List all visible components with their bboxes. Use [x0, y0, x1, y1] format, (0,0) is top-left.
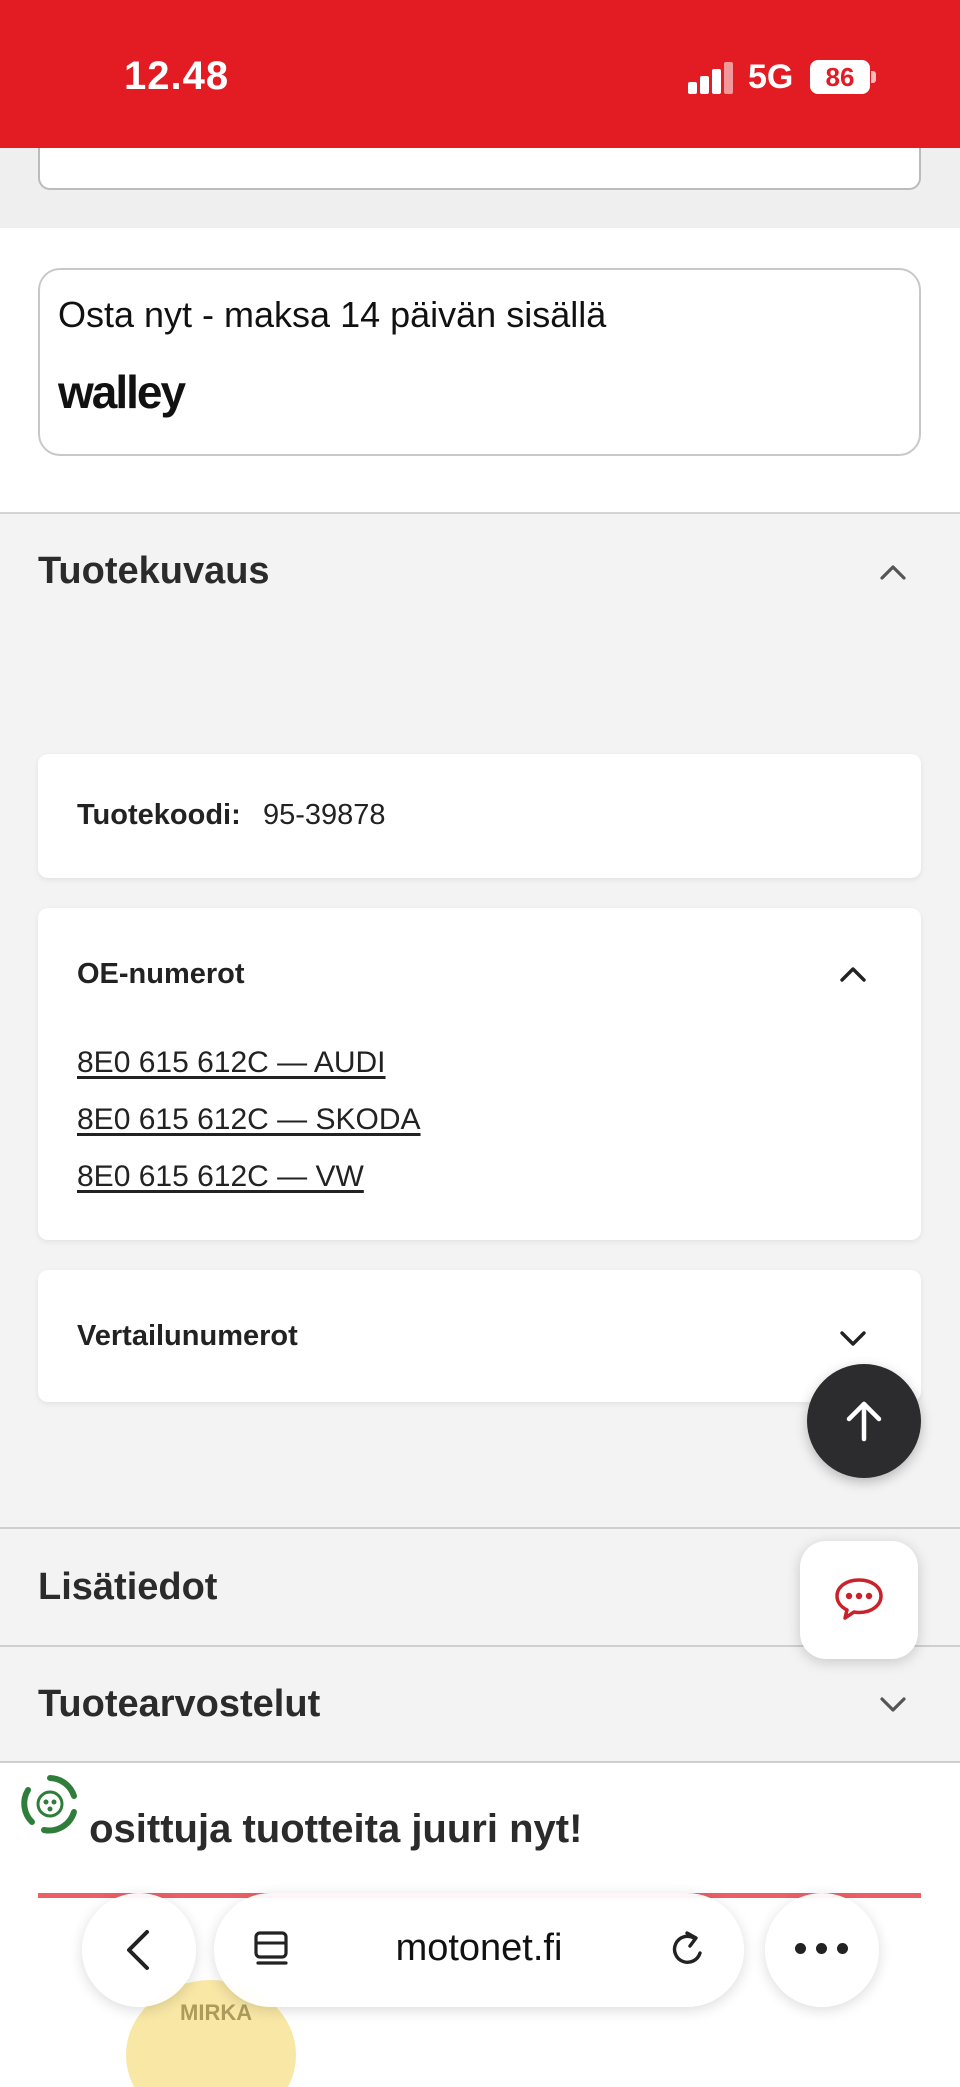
chat-button[interactable]	[800, 1541, 918, 1659]
chevron-down-icon[interactable]	[879, 1690, 907, 1718]
battery-icon: 86	[810, 60, 870, 94]
oe-number-link-vw[interactable]: 8E0 615 612C — VW	[77, 1160, 364, 1194]
walley-logo-text: walley	[58, 370, 187, 418]
comparison-numbers-card[interactable]: Vertailunumerot	[38, 1270, 921, 1402]
popular-products-title: Suosittuja tuotteita juuri nyt!	[38, 1807, 583, 1851]
scroll-to-top-button[interactable]	[807, 1364, 921, 1478]
arrow-up-icon	[846, 1401, 882, 1442]
walley-payment-card[interactable]: Osta nyt - maksa 14 päivän sisällä walle…	[38, 268, 921, 456]
additional-info-title[interactable]: Lisätiedot	[38, 1566, 217, 1609]
reload-icon[interactable]	[666, 1927, 710, 1971]
description-header[interactable]: Tuotekuvaus	[0, 514, 960, 634]
chevron-up-icon[interactable]	[839, 960, 867, 988]
status-bar: 12.48 5G 86	[0, 0, 960, 148]
product-brand-label: MIRKA	[180, 2000, 253, 2025]
reviews-title[interactable]: Tuotearvostelut	[38, 1683, 320, 1726]
battery-tip	[871, 71, 876, 83]
network-label: 5G	[748, 58, 794, 96]
walley-logo: walley	[58, 370, 189, 418]
payment-text: Osta nyt - maksa 14 päivän sisällä	[58, 294, 607, 335]
oe-numbers-title[interactable]: OE-numerot	[77, 958, 245, 991]
browser-back-button[interactable]	[82, 1893, 196, 2007]
chevron-up-icon	[879, 558, 907, 586]
chevron-left-icon	[127, 1930, 149, 1970]
description-title: Tuotekuvaus	[38, 550, 270, 592]
product-code-label: Tuotekoodi:	[77, 799, 241, 831]
previous-section-box	[38, 148, 921, 190]
more-dots-icon	[795, 1943, 849, 1955]
chevron-down-icon	[839, 1324, 867, 1352]
product-code-value: 95-39878	[263, 799, 386, 831]
oe-numbers-card: OE-numerot 8E0 615 612C — AUDI 8E0 615 6…	[38, 908, 921, 1240]
status-time: 12.48	[124, 54, 230, 98]
url-text[interactable]: motonet.fi	[214, 1927, 744, 1970]
oe-number-link-skoda[interactable]: 8E0 615 612C — SKODA	[77, 1103, 421, 1137]
signal-icon	[688, 62, 734, 94]
address-bar[interactable]: motonet.fi	[214, 1893, 744, 2007]
recycle-badge-icon[interactable]	[14, 1768, 86, 1840]
comparison-numbers-title: Vertailunumerot	[77, 1320, 298, 1352]
section-divider	[0, 1527, 960, 1529]
browser-more-button[interactable]	[765, 1893, 879, 2007]
chat-icon	[835, 1578, 883, 1620]
oe-number-link-audi[interactable]: 8E0 615 612C — AUDI	[77, 1046, 386, 1080]
product-code-card: Tuotekoodi: 95-39878	[38, 754, 921, 878]
payment-section: Osta nyt - maksa 14 päivän sisällä walle…	[0, 228, 960, 514]
